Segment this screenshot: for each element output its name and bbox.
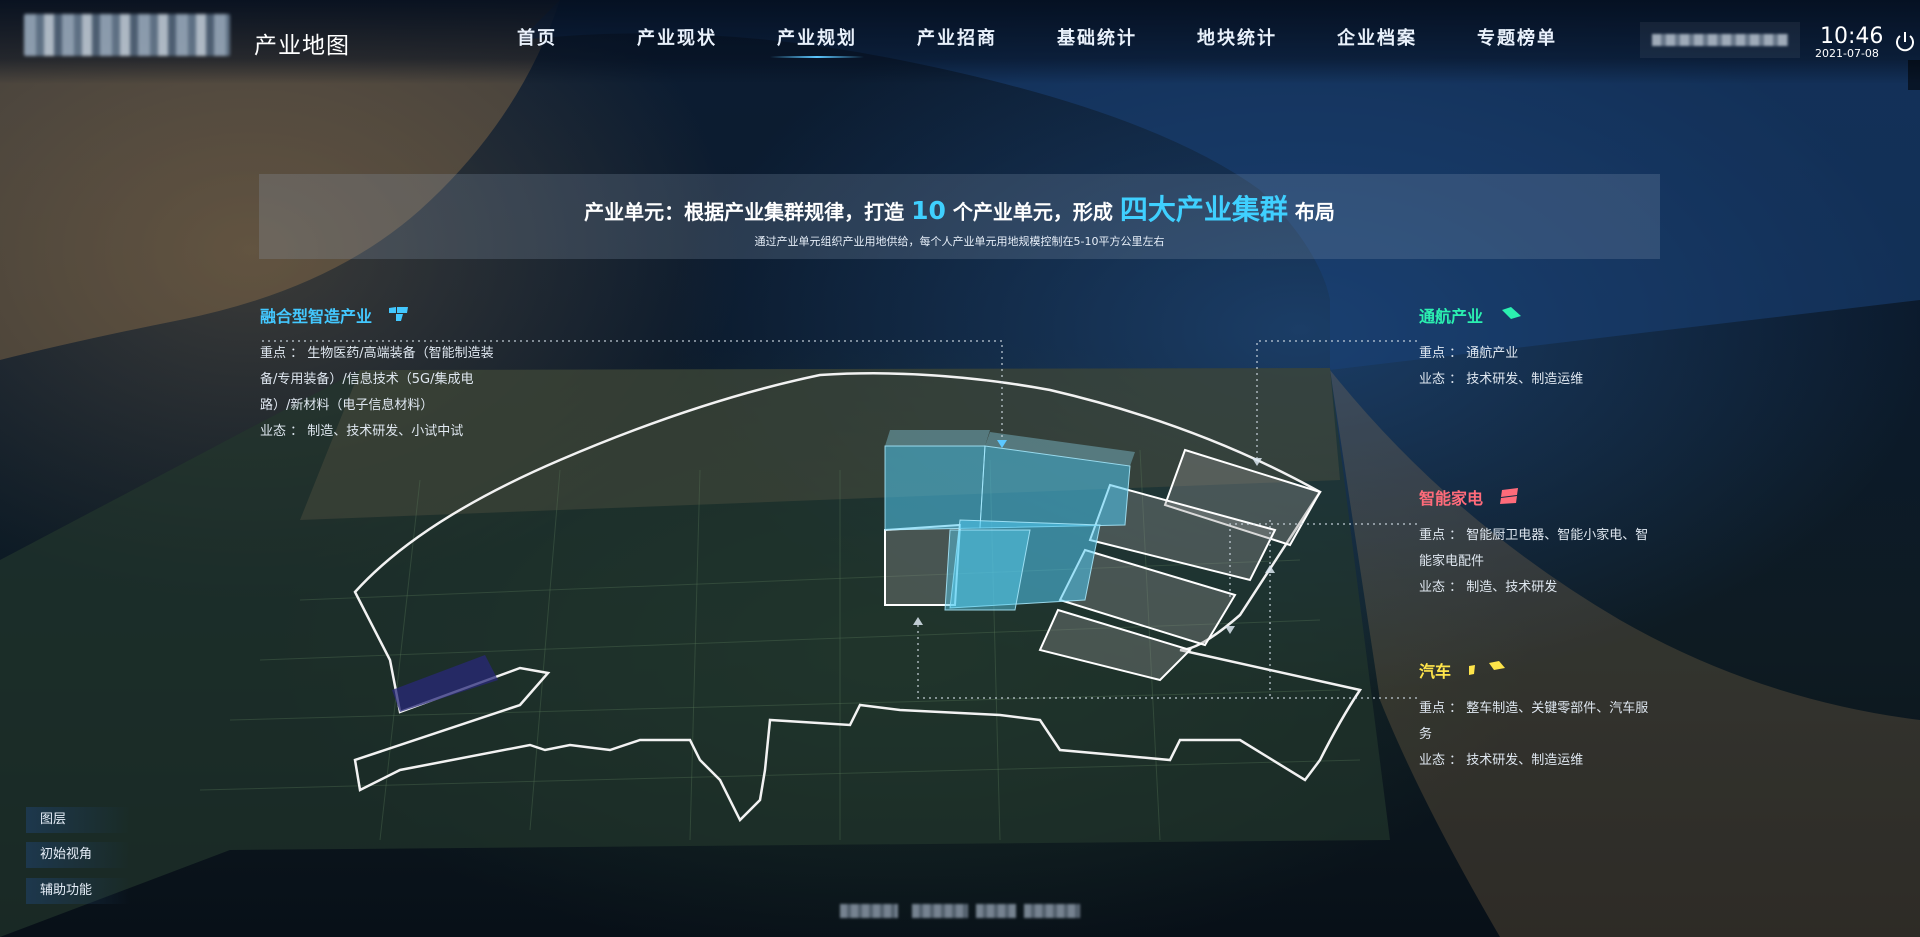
bottom-control-1[interactable] [840, 904, 898, 918]
nav-industry-planning[interactable]: 产业规划 [762, 24, 872, 58]
banner-highlight: 四大产业集群 [1119, 193, 1288, 226]
parcel-icon [1499, 305, 1523, 333]
cluster-focus: 重点 ： 智能厨卫电器、智能小家电、智能家电配件 [1419, 523, 1659, 575]
banner-subtitle: 通过产业单元组织产业用地供给，每个人产业单元用地规模控制在5-10平方公里左右 [754, 235, 1165, 248]
building-blocks-icon [388, 305, 410, 333]
bottom-control-3[interactable] [976, 904, 1016, 918]
banner-suffix: 布局 [1287, 200, 1335, 224]
power-icon[interactable] [1893, 30, 1917, 54]
focus-text: 通航产业 [1466, 345, 1519, 361]
clock-date: 2021-07-08 [1815, 47, 1879, 60]
cluster-focus: 重点 ： 通航产业 [1419, 341, 1659, 367]
nav-basic-stats[interactable]: 基础统计 [1042, 24, 1152, 58]
format-label: 业态 ： [1419, 752, 1463, 768]
format-label: 业态 ： [1419, 371, 1463, 387]
satellite-map[interactable] [0, 0, 1920, 937]
cluster-format: 业态 ： 制造、技术研发、小试中试 [260, 419, 500, 445]
side-handle[interactable] [1908, 60, 1920, 90]
cluster-aviation: 通航产业 重点 ： 通航产业 业态 ： 技术研发、制造运维 [1419, 304, 1659, 393]
nav-parcel-stats[interactable]: 地块统计 [1182, 24, 1292, 58]
top-header: 产业地图 首页 产业现状 产业规划 产业招商 基础统计 地块统计 企业档案 专题… [0, 0, 1920, 84]
cluster-title: 通航产业 [1419, 307, 1484, 326]
app-title: 产业地图 [254, 33, 350, 59]
cluster-format: 业态 ： 技术研发、制造运维 [1419, 367, 1659, 393]
format-text: 技术研发、制造运维 [1466, 752, 1584, 768]
banner-count: 10 [911, 196, 946, 225]
format-label: 业态 ： [260, 423, 304, 439]
nav-enterprise-files[interactable]: 企业档案 [1322, 24, 1432, 58]
cluster-smart-appliance: 智能家电 重点 ： 智能厨卫电器、智能小家电、智能家电配件 业态 ： 制造、技术… [1419, 486, 1659, 601]
cluster-focus: 重点 ： 整车制造、关键零部件、汽车服务 [1419, 696, 1659, 748]
nav-investment[interactable]: 产业招商 [902, 24, 1012, 58]
nav-topic-rankings[interactable]: 专题榜单 [1462, 24, 1572, 58]
bottom-control-2[interactable] [912, 904, 968, 918]
focus-label: 重点 ： [1419, 700, 1463, 716]
cluster-smart-manufacturing: 融合型智造产业 重点 ： 生物医药/高端装备（智能制造装备/专用装备）/信息技术… [260, 304, 500, 445]
parcel-icon [1467, 660, 1507, 688]
banner-middle: 个产业单元，形成 [945, 200, 1120, 224]
parcel-icon [1499, 487, 1521, 515]
cluster-title: 智能家电 [1419, 489, 1484, 508]
layers-button[interactable]: 图层 [26, 807, 130, 833]
focus-label: 重点 ： [1419, 527, 1463, 543]
clock-time: 10:46 [1820, 24, 1884, 49]
auxiliary-functions-button[interactable]: 辅助功能 [26, 878, 130, 904]
focus-label: 重点 ： [260, 345, 304, 361]
user-name-blurred [1652, 34, 1788, 46]
nav-industry-status[interactable]: 产业现状 [622, 24, 732, 58]
format-text: 技术研发、制造运维 [1466, 371, 1584, 387]
cluster-title: 汽车 [1419, 662, 1452, 681]
cluster-title: 融合型智造产业 [260, 307, 373, 326]
cluster-focus: 重点 ： 生物医药/高端装备（智能制造装备/专用装备）/信息技术（5G/集成电路… [260, 341, 500, 419]
focus-label: 重点 ： [1419, 345, 1463, 361]
cluster-automotive: 汽车 重点 ： 整车制造、关键零部件、汽车服务 业态 ： 技术研发、制造运维 [1419, 659, 1659, 774]
cluster-format: 业态 ： 技术研发、制造运维 [1419, 748, 1659, 774]
logo [24, 14, 230, 56]
banner-title: 产业单元：根据产业集群规律，打造 10 个产业单元，形成 四大产业集群 布局 [259, 188, 1660, 228]
cluster-format: 业态 ： 制造、技术研发 [1419, 575, 1659, 601]
reset-view-button[interactable]: 初始视角 [26, 842, 130, 868]
format-text: 制造、技术研发 [1466, 579, 1558, 595]
bottom-control-4[interactable] [1024, 904, 1080, 918]
user-account[interactable] [1640, 22, 1800, 58]
nav-home[interactable]: 首页 [482, 24, 592, 58]
planning-banner: 产业单元：根据产业集群规律，打造 10 个产业单元，形成 四大产业集群 布局 通… [259, 174, 1660, 259]
format-label: 业态 ： [1419, 579, 1463, 595]
banner-prefix: 产业单元：根据产业集群规律，打造 [584, 200, 912, 224]
format-text: 制造、技术研发、小试中试 [307, 423, 464, 439]
